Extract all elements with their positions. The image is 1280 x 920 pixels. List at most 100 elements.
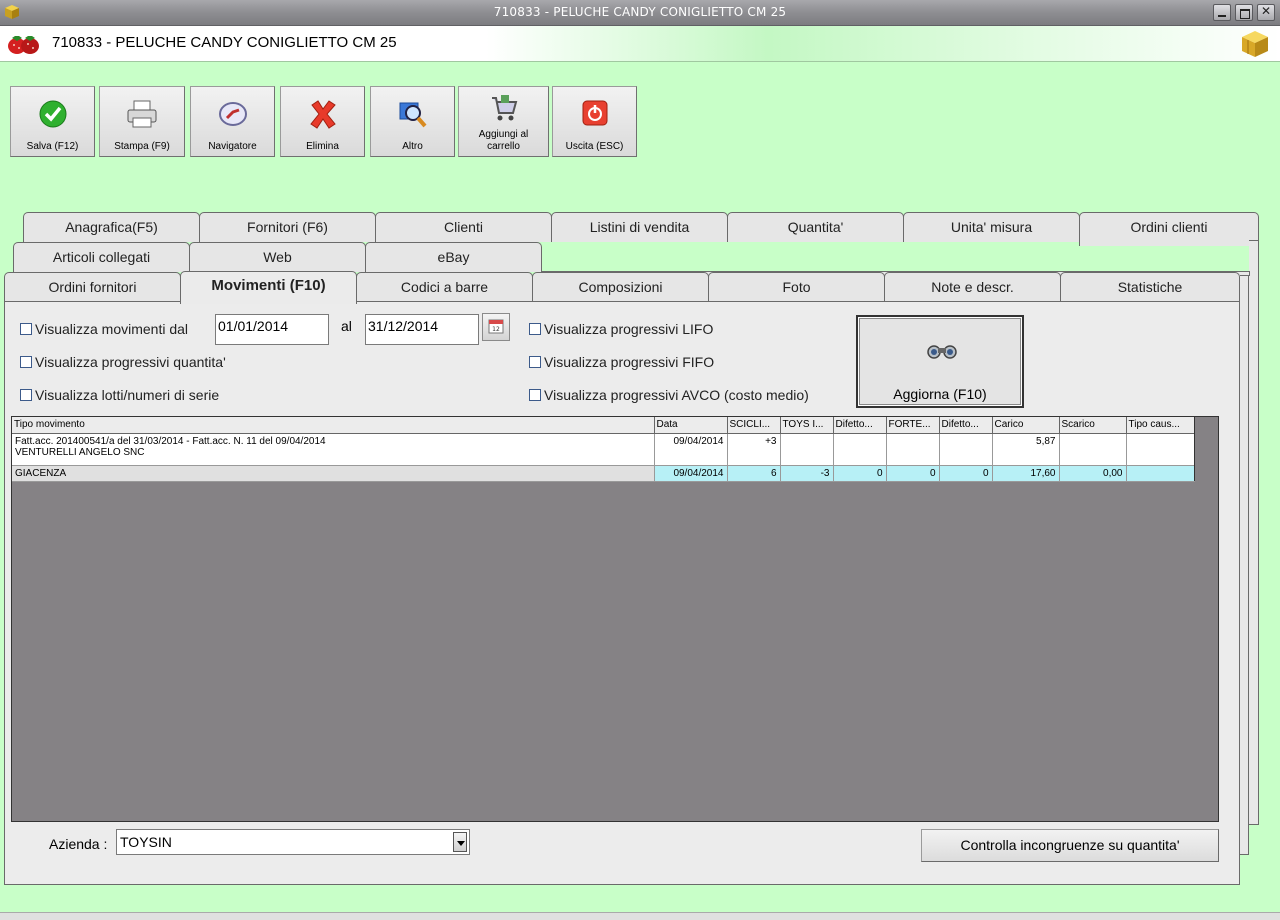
table-row[interactable]: GIACENZA 09/04/2014 6 -3 0 0 0 17,60 0,0… xyxy=(12,465,1195,482)
show-movements-checkbox[interactable]: Visualizza movimenti dal xyxy=(20,321,188,337)
avco-checkbox[interactable]: Visualizza progressivi AVCO (costo medio… xyxy=(529,387,809,403)
tab-composizioni[interactable]: Composizioni xyxy=(532,272,709,302)
package-cube-icon xyxy=(1242,31,1268,57)
col-difetto-1[interactable]: Difetto... xyxy=(833,417,887,434)
red-x-icon xyxy=(309,100,336,129)
tab-statistiche[interactable]: Statistiche xyxy=(1060,272,1240,302)
checkbox-box[interactable] xyxy=(529,356,541,368)
window-title: 710833 - PELUCHE CANDY CONIGLIETTO CM 25 xyxy=(493,5,787,19)
col-scarico[interactable]: Scarico xyxy=(1059,417,1127,434)
movements-grid[interactable]: Tipo movimento Data SCICLI... TOYS I... … xyxy=(11,416,1219,822)
close-button[interactable] xyxy=(1257,4,1275,21)
azienda-select[interactable]: TOYSIN xyxy=(116,829,470,855)
col-tipo-causale[interactable]: Tipo caus... xyxy=(1126,417,1195,434)
cell-tipo-causale xyxy=(1126,433,1195,466)
cell-scicli: +3 xyxy=(727,433,781,466)
more-button[interactable]: Altro xyxy=(370,86,455,157)
tab-ordini-clienti[interactable]: Ordini clienti xyxy=(1079,212,1259,246)
calendar-icon: 12 xyxy=(488,319,504,334)
tab-movimenti[interactable]: Movimenti (F10) xyxy=(180,271,357,304)
cell-data: 09/04/2014 xyxy=(654,465,728,482)
cart-icon xyxy=(491,95,517,121)
fifo-checkbox[interactable]: Visualizza progressivi FIFO xyxy=(529,354,714,370)
power-icon xyxy=(582,100,607,126)
navigator-button[interactable]: Navigatore xyxy=(190,86,275,157)
col-carico[interactable]: Carico xyxy=(992,417,1060,434)
cell-forte xyxy=(886,433,940,466)
tab-clienti[interactable]: Clienti xyxy=(375,212,552,242)
print-label: Stampa (F9) xyxy=(114,141,170,152)
save-label: Salva (F12) xyxy=(26,141,79,152)
cell-carico: 5,87 xyxy=(992,433,1060,466)
tipo-line-2: VENTURELLI ANGELO SNC xyxy=(15,446,145,458)
checkbox-box[interactable] xyxy=(529,323,541,335)
tab-quantita[interactable]: Quantita' xyxy=(727,212,904,242)
progressive-qty-checkbox[interactable]: Visualizza progressivi quantita' xyxy=(20,354,226,370)
al-label: al xyxy=(341,318,352,334)
tab-anagrafica[interactable]: Anagrafica(F5) xyxy=(23,212,200,242)
restore-button[interactable] xyxy=(1235,4,1253,21)
record-header: 710833 - PELUCHE CANDY CONIGLIETTO CM 25 xyxy=(0,26,1280,62)
cell-difetto-1: 0 xyxy=(833,465,887,482)
tab-note-descr[interactable]: Note e descr. xyxy=(884,272,1061,302)
cell-tipo-movimento: GIACENZA xyxy=(12,465,655,482)
checkbox-box[interactable] xyxy=(20,356,32,368)
tab-fornitori[interactable]: Fornitori (F6) xyxy=(199,212,376,242)
date-from-input[interactable]: 01/01/2014 xyxy=(215,314,329,345)
window-titlebar: 710833 - PELUCHE CANDY CONIGLIETTO CM 25 xyxy=(0,0,1280,26)
cell-tipo-causale xyxy=(1126,465,1195,482)
cell-difetto-2: 0 xyxy=(939,465,993,482)
add-to-cart-label: Aggiungi al carrello xyxy=(478,129,529,152)
date-to-input[interactable]: 31/12/2014 xyxy=(365,314,479,345)
checkmark-icon xyxy=(39,100,66,128)
minimize-button[interactable] xyxy=(1213,4,1231,21)
record-title: 710833 - PELUCHE CANDY CONIGLIETTO CM 25 xyxy=(52,34,397,51)
calendar-button[interactable]: 12 xyxy=(482,313,510,341)
azienda-label: Azienda : xyxy=(49,836,108,852)
save-button[interactable]: Salva (F12) xyxy=(10,86,95,157)
exit-label: Uscita (ESC) xyxy=(565,141,624,152)
col-tipo-movimento[interactable]: Tipo movimento xyxy=(12,417,655,434)
table-row[interactable]: Fatt.acc. 201400541/a del 31/03/2014 - F… xyxy=(12,433,1195,466)
tab-ordini-fornitori[interactable]: Ordini fornitori xyxy=(4,272,181,302)
col-forte[interactable]: FORTE... xyxy=(886,417,940,434)
add-to-cart-button[interactable]: Aggiungi al carrello xyxy=(458,86,549,157)
tab-unita-misura[interactable]: Unita' misura xyxy=(903,212,1080,242)
cell-data: 09/04/2014 xyxy=(654,433,728,466)
lifo-checkbox[interactable]: Visualizza progressivi LIFO xyxy=(529,321,713,337)
binoculars-icon xyxy=(927,345,957,359)
col-data[interactable]: Data xyxy=(654,417,728,434)
cell-tipo-movimento: Fatt.acc. 201400541/a del 31/03/2014 - F… xyxy=(12,433,655,466)
tab-web[interactable]: Web xyxy=(189,242,366,272)
col-difetto-2[interactable]: Difetto... xyxy=(939,417,993,434)
checkbox-box[interactable] xyxy=(529,389,541,401)
lots-checkbox[interactable]: Visualizza lotti/numeri di serie xyxy=(20,387,219,403)
compass-icon xyxy=(218,102,247,126)
col-toys[interactable]: TOYS I... xyxy=(780,417,834,434)
cell-scarico: 0,00 xyxy=(1059,465,1127,482)
cell-scarico xyxy=(1059,433,1127,466)
lots-label: Visualizza lotti/numeri di serie xyxy=(35,387,220,403)
tab-listini[interactable]: Listini di vendita xyxy=(551,212,728,242)
cell-difetto-2 xyxy=(939,433,993,466)
checkbox-box[interactable] xyxy=(20,323,32,335)
status-bar xyxy=(0,912,1280,920)
svg-text:12: 12 xyxy=(492,326,500,333)
cell-toys: -3 xyxy=(780,465,834,482)
progressive-qty-label: Visualizza progressivi quantita' xyxy=(35,354,226,370)
check-inconsistencies-button[interactable]: Controlla incongruenze su quantita' xyxy=(921,829,1219,862)
show-movements-label: Visualizza movimenti dal xyxy=(35,321,189,337)
tab-ebay[interactable]: eBay xyxy=(365,242,542,272)
col-scicli[interactable]: SCICLI... xyxy=(727,417,781,434)
chevron-down-icon[interactable] xyxy=(453,832,467,852)
print-button[interactable]: Stampa (F9) xyxy=(99,86,185,157)
tab-articoli-collegati[interactable]: Articoli collegati xyxy=(13,242,190,272)
delete-button[interactable]: Elimina xyxy=(280,86,365,157)
refresh-button[interactable]: Aggiorna (F10) xyxy=(856,315,1024,408)
checkbox-box[interactable] xyxy=(20,389,32,401)
more-label: Altro xyxy=(402,141,423,152)
grid-edge-line xyxy=(1194,417,1195,481)
exit-button[interactable]: Uscita (ESC) xyxy=(552,86,637,157)
tab-foto[interactable]: Foto xyxy=(708,272,885,302)
tab-codici-a-barre[interactable]: Codici a barre xyxy=(356,272,533,302)
